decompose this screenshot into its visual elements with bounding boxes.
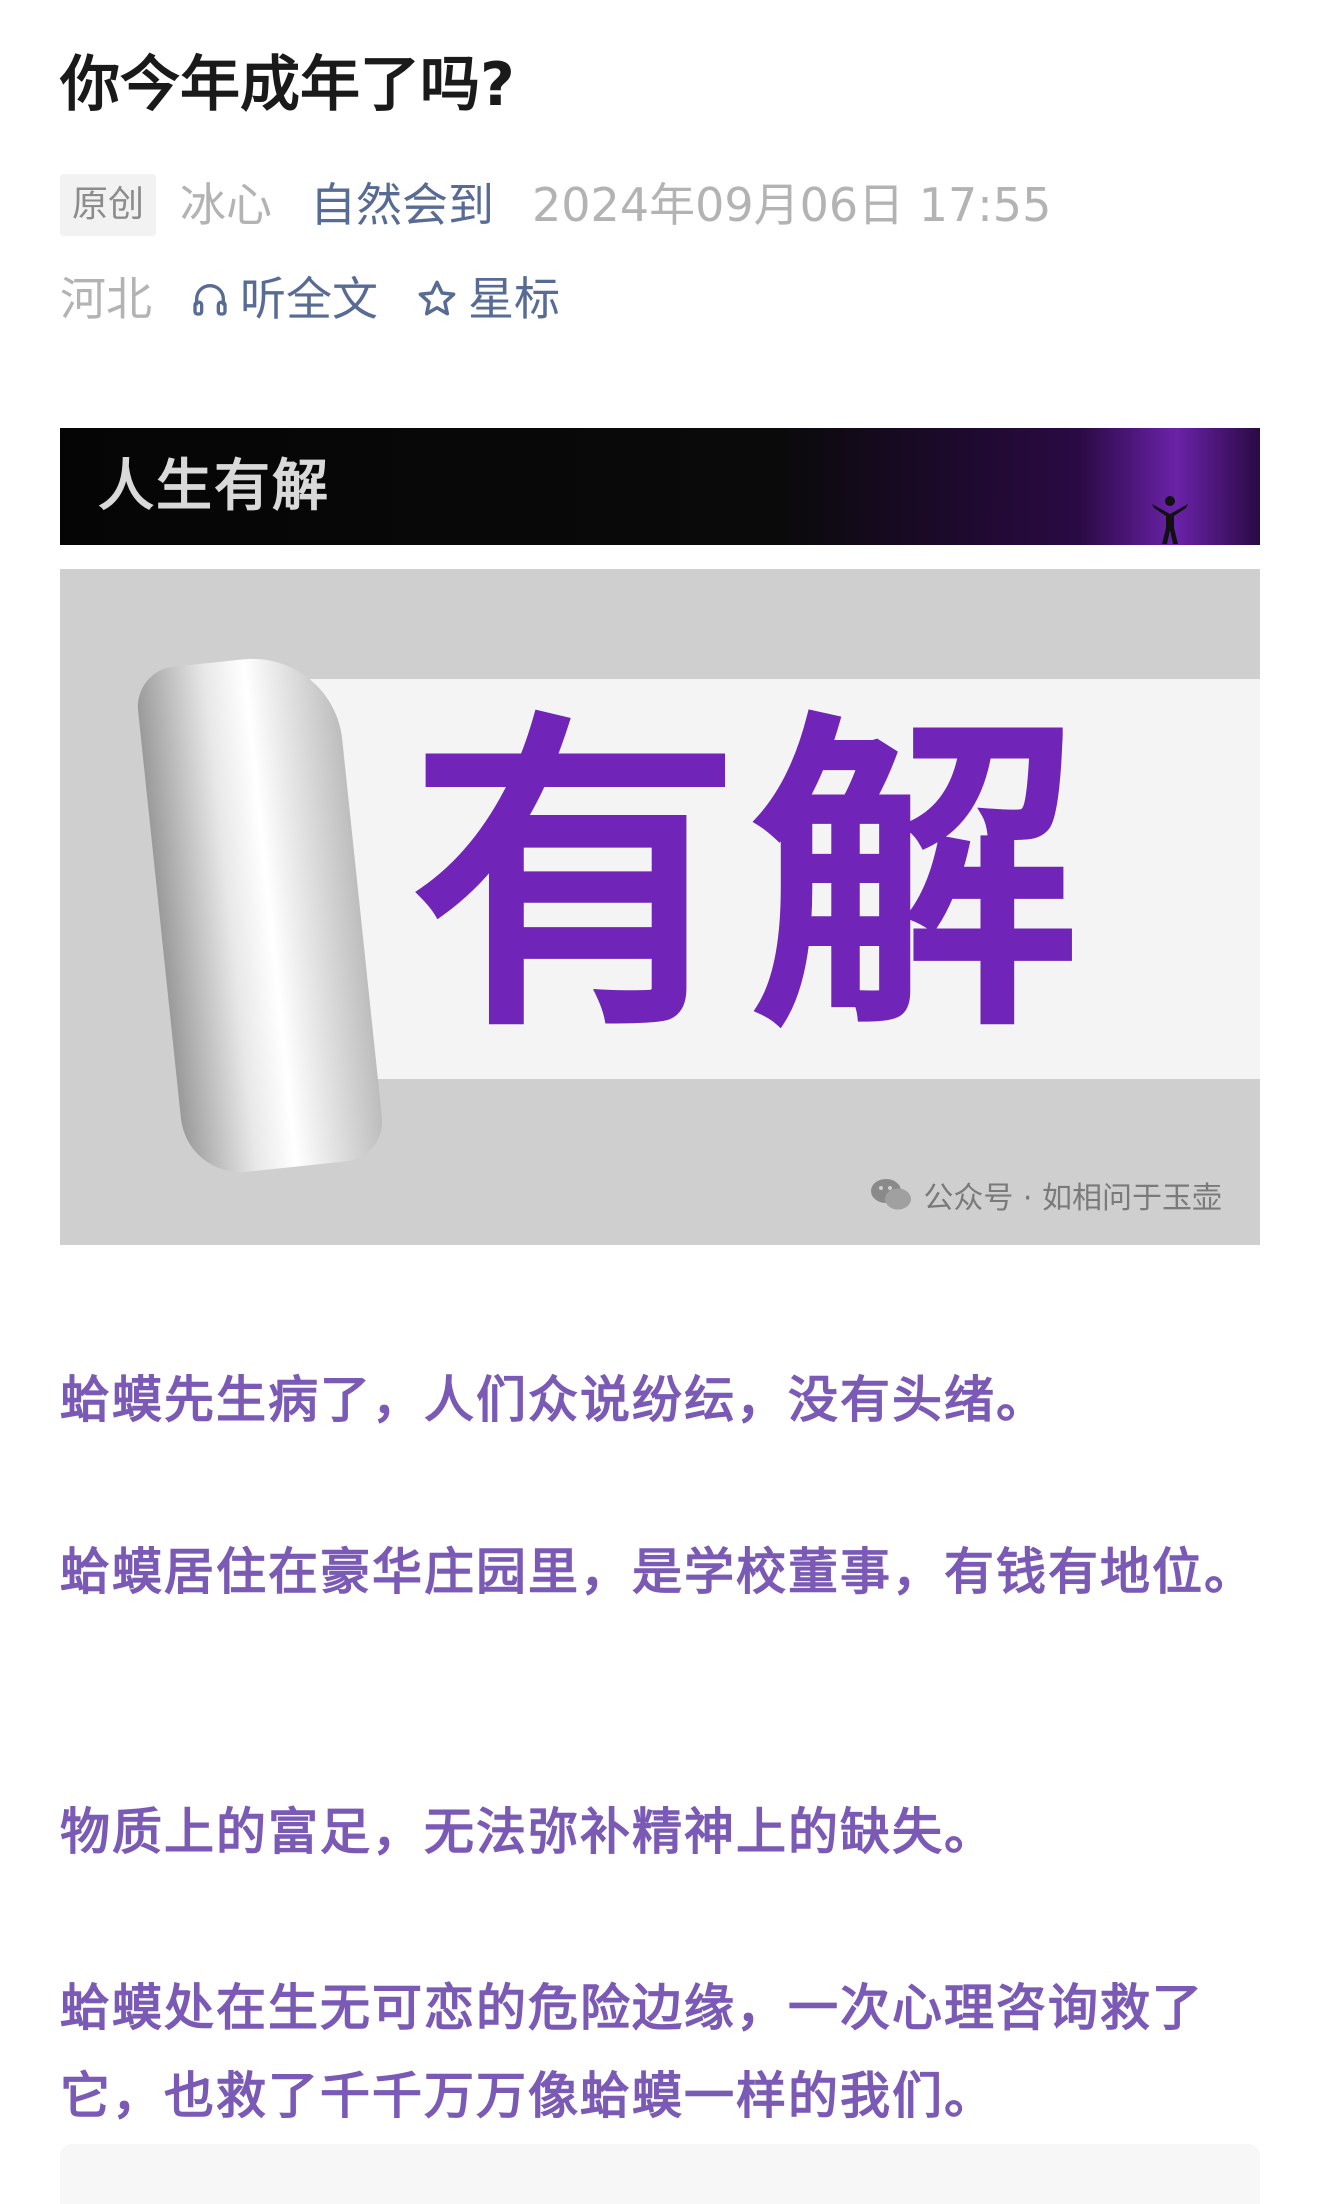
column-banner-image: 人生有解	[60, 428, 1260, 545]
paragraph-1: 蛤蟆先生病了，人们众说纷纭，没有头绪。	[60, 1371, 1048, 1429]
hero-text: 有解	[410, 687, 1090, 1071]
banner-text: 人生有解	[98, 454, 330, 519]
watermark: 公众号 · 如相问于玉壶	[869, 1173, 1222, 1217]
account-name-link[interactable]: 自然会到	[310, 170, 494, 240]
star-button[interactable]: 星标	[416, 264, 560, 334]
headphones-icon	[190, 279, 230, 319]
paragraph-2: 蛤蟆居住在豪华庄园里，是学校董事，有钱有地位。	[60, 1543, 1256, 1601]
paragraph-3: 物质上的富足，无法弥补精神上的缺失。	[60, 1803, 996, 1861]
author-name: 冰心	[180, 178, 273, 232]
wechat-icon	[869, 1177, 913, 1213]
star-label: 星标	[468, 272, 560, 326]
paragraph-4: 蛤蟆处在生无可恋的危险边缘，一次心理咨询救了它，也救了千千万万像蛤蟆一样的我们。	[60, 1979, 1204, 2125]
original-badge: 原创	[60, 174, 157, 236]
star-icon	[416, 278, 458, 320]
article-title: 你今年成年了吗?	[60, 50, 515, 120]
hero-image: 有解 公众号 · 如相问于玉壶	[60, 569, 1260, 1245]
person-silhouette-icon	[1152, 496, 1188, 544]
article-meta: 原创 冰心 自然会到 2024年09月06日 17:55	[60, 170, 1051, 240]
next-content-card	[60, 2144, 1260, 2204]
watermark-text: 公众号 · 如相问于玉壶	[923, 1181, 1222, 1216]
location: 河北	[60, 272, 152, 326]
article-actions: 河北 听全文 星标	[60, 264, 560, 334]
publish-datetime: 2024年09月06日 17:55	[532, 178, 1052, 232]
listen-button[interactable]: 听全文	[190, 264, 378, 334]
listen-label: 听全文	[240, 272, 378, 326]
